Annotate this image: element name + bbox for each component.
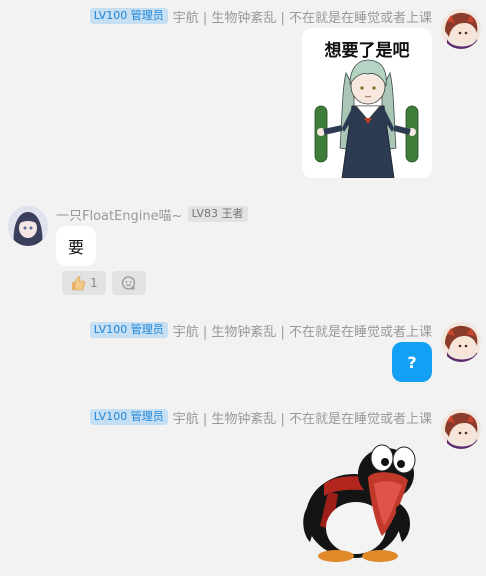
avatar[interactable] (8, 206, 48, 246)
avatar[interactable] (441, 409, 481, 449)
sender-name[interactable]: 一只FloatEngine喵~ (56, 205, 183, 224)
sender-meta: LV100 管理员 宇航 | 生物钟紊乱 | 不在就是在睡觉或者上课 (89, 321, 432, 340)
sender-name[interactable]: 宇航 | 生物钟紊乱 | 不在就是在睡觉或者上课 (173, 321, 432, 340)
message-text: 要 (67, 238, 84, 257)
message-bubble[interactable]: 要 (56, 226, 96, 266)
sender-name[interactable]: 宇航 | 生物钟紊乱 | 不在就是在睡觉或者上课 (173, 7, 432, 26)
add-reaction-button[interactable] (112, 271, 146, 295)
sticker-image[interactable]: 想要了是吧 (302, 28, 432, 178)
sender-name[interactable]: 宇航 | 生物钟紊乱 | 不在就是在睡觉或者上课 (173, 408, 432, 427)
anime-girl-sticker (314, 59, 419, 178)
thumbs-up-reaction[interactable]: 1 (62, 271, 106, 295)
avatar[interactable] (441, 9, 481, 49)
admin-badge: LV100 管理员 (89, 409, 168, 425)
message-text: ? (407, 352, 417, 372)
message-bubble[interactable]: ? (392, 342, 432, 382)
thumbs-up-icon (70, 275, 86, 291)
sender-meta: 一只FloatEngine喵~ LV83 王者 (56, 205, 248, 224)
admin-badge: LV100 管理员 (89, 322, 168, 338)
sender-meta: LV100 管理员 宇航 | 生物钟紊乱 | 不在就是在睡觉或者上课 (89, 7, 432, 26)
add-reaction-icon (121, 275, 137, 291)
admin-badge: LV100 管理员 (89, 8, 168, 24)
penguin-sticker[interactable] (296, 434, 432, 564)
sender-meta: LV100 管理员 宇航 | 生物钟紊乱 | 不在就是在睡觉或者上课 (89, 408, 432, 427)
reaction-count: 1 (90, 276, 98, 290)
avatar[interactable] (441, 322, 481, 362)
level-badge: LV83 王者 (187, 206, 248, 222)
